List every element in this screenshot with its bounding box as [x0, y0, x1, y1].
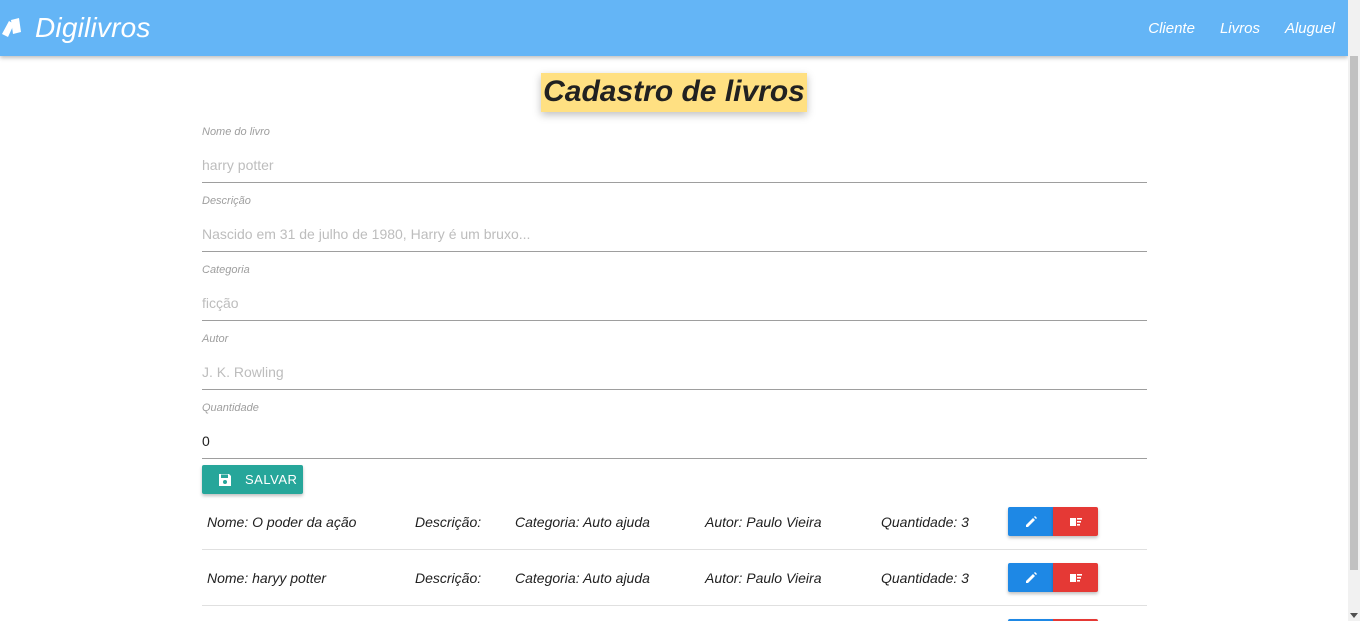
book-logo-icon — [2, 18, 21, 37]
title-container: Cadastro de livros — [0, 73, 1348, 112]
pencil-icon — [1025, 515, 1037, 527]
book-description: Descrição: — [415, 570, 482, 586]
navbar: Digilivros Cliente Livros Aluguel — [0, 0, 1348, 56]
book-name: Nome: haryy potter — [207, 570, 327, 586]
nav-links: Cliente Livros Aluguel — [1136, 0, 1348, 56]
descricao-input[interactable] — [202, 217, 1147, 252]
book-category: Categoria: Auto ajuda — [515, 570, 650, 586]
field-label-quantidade: Quantidade — [202, 402, 259, 414]
brand[interactable]: Digilivros — [0, 0, 151, 56]
field-label-descricao: Descrição — [202, 195, 251, 207]
book-name: Nome: O poder da ação — [207, 514, 357, 530]
delete-button[interactable] — [1053, 507, 1098, 536]
brand-name: Digilivros — [35, 12, 151, 43]
categoria-input[interactable] — [202, 286, 1147, 321]
field-label-autor: Autor — [202, 333, 229, 345]
nav-link-livros[interactable]: Livros — [1208, 20, 1272, 37]
field-label-nome: Nome do livro — [202, 126, 270, 138]
quantidade-input[interactable] — [202, 424, 1147, 459]
book-list: Nome: O poder da ação Descrição: Categor… — [202, 494, 1147, 621]
edit-button[interactable] — [1008, 507, 1053, 536]
book-form: Nome do livro Descrição Categoria Autor … — [202, 122, 1147, 467]
book-description: Descrição: — [415, 514, 482, 530]
book-quantity: Quantidade: 3 — [881, 514, 969, 530]
field-autor: Autor — [202, 329, 1147, 398]
save-button-label: SALVAR — [245, 472, 298, 487]
book-quantity: Quantidade: 3 — [881, 570, 969, 586]
field-quantidade: Quantidade — [202, 398, 1147, 467]
list-item: Nome: haryy potter Descrição: Categoria:… — [202, 550, 1147, 606]
scroll-down-arrow-icon[interactable] — [1350, 613, 1358, 618]
book-author: Autor: Paulo Vieira — [705, 514, 822, 530]
edit-button[interactable] — [1008, 563, 1053, 592]
pencil-icon — [1025, 571, 1037, 583]
field-label-categoria: Categoria — [202, 264, 250, 276]
vertical-scrollbar[interactable] — [1348, 0, 1360, 621]
field-descricao: Descrição — [202, 191, 1147, 260]
book-category: Categoria: Auto ajuda — [515, 514, 650, 530]
delete-sweep-icon — [1069, 517, 1082, 526]
delete-sweep-icon — [1069, 573, 1082, 582]
list-item-partial — [202, 606, 1147, 621]
field-categoria: Categoria — [202, 260, 1147, 329]
scrollbar-thumb[interactable] — [1350, 56, 1358, 570]
floppy-disk-icon — [219, 473, 231, 486]
delete-button[interactable] — [1053, 563, 1098, 592]
list-item: Nome: O poder da ação Descrição: Categor… — [202, 494, 1147, 550]
field-nome: Nome do livro — [202, 122, 1147, 191]
autor-input[interactable] — [202, 355, 1147, 390]
nav-link-aluguel[interactable]: Aluguel — [1273, 20, 1347, 37]
book-author: Autor: Paulo Vieira — [705, 570, 822, 586]
page-title: Cadastro de livros — [541, 73, 807, 112]
nome-input[interactable] — [202, 148, 1147, 183]
nav-link-cliente[interactable]: Cliente — [1136, 20, 1207, 37]
save-button[interactable]: SALVAR — [202, 465, 303, 494]
